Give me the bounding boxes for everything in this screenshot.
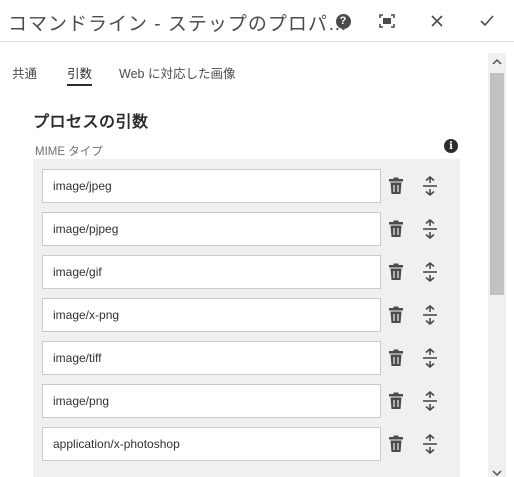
dialog-header: コマンドライン - ステップのプロパ… ? — [0, 0, 514, 42]
scrollbar[interactable] — [488, 53, 506, 477]
mime-type-label: MIME タイプ — [35, 146, 103, 158]
mime-type-row — [42, 427, 452, 461]
mime-type-row — [42, 298, 452, 332]
info-icon[interactable]: i — [444, 139, 458, 153]
mime-type-row — [42, 384, 452, 418]
mime-type-row — [42, 212, 452, 246]
fullscreen-icon — [379, 14, 395, 28]
reorder-handle-icon[interactable] — [421, 304, 439, 326]
help-icon: ? — [335, 13, 351, 29]
fullscreen-button[interactable] — [375, 9, 399, 33]
tab-web-images[interactable]: Web に対応した画像 — [119, 63, 235, 82]
trash-icon[interactable] — [388, 435, 404, 453]
mime-type-input[interactable] — [42, 427, 381, 461]
mime-type-multifield — [33, 159, 460, 477]
confirm-button[interactable] — [475, 9, 499, 33]
scroll-up-icon[interactable] — [488, 56, 506, 68]
mime-type-row — [42, 341, 452, 375]
scrollbar-thumb[interactable] — [490, 73, 504, 295]
section-title: プロセスの引数 — [33, 114, 149, 131]
reorder-handle-icon[interactable] — [421, 433, 439, 455]
reorder-handle-icon[interactable] — [421, 347, 439, 369]
mime-type-input[interactable] — [42, 298, 381, 332]
help-button[interactable]: ? — [331, 9, 355, 33]
mime-type-row — [42, 169, 452, 203]
tab-arguments[interactable]: 引数 — [67, 63, 93, 86]
scroll-down-icon[interactable] — [488, 468, 506, 477]
trash-icon[interactable] — [388, 220, 404, 238]
reorder-handle-icon[interactable] — [421, 218, 439, 240]
mime-type-input[interactable] — [42, 212, 381, 246]
trash-icon[interactable] — [388, 177, 404, 195]
trash-icon[interactable] — [388, 306, 404, 324]
reorder-handle-icon[interactable] — [421, 261, 439, 283]
close-icon — [431, 15, 443, 27]
tab-bar: 共通 引数 Web に対応した画像 — [0, 42, 488, 90]
trash-icon[interactable] — [388, 349, 404, 367]
trash-icon[interactable] — [388, 392, 404, 410]
mime-type-input[interactable] — [42, 169, 381, 203]
dialog-title: コマンドライン - ステップのプロパ… — [8, 14, 348, 35]
mime-type-input[interactable] — [42, 341, 381, 375]
mime-type-row — [42, 255, 452, 289]
mime-type-input[interactable] — [42, 255, 381, 289]
close-button[interactable] — [425, 9, 449, 33]
reorder-handle-icon[interactable] — [421, 175, 439, 197]
reorder-handle-icon[interactable] — [421, 390, 439, 412]
mime-type-input[interactable] — [42, 384, 381, 418]
checkmark-icon — [480, 15, 494, 27]
active-tab-indicator — [67, 84, 93, 86]
tab-common[interactable]: 共通 — [12, 63, 37, 82]
trash-icon[interactable] — [388, 263, 404, 281]
